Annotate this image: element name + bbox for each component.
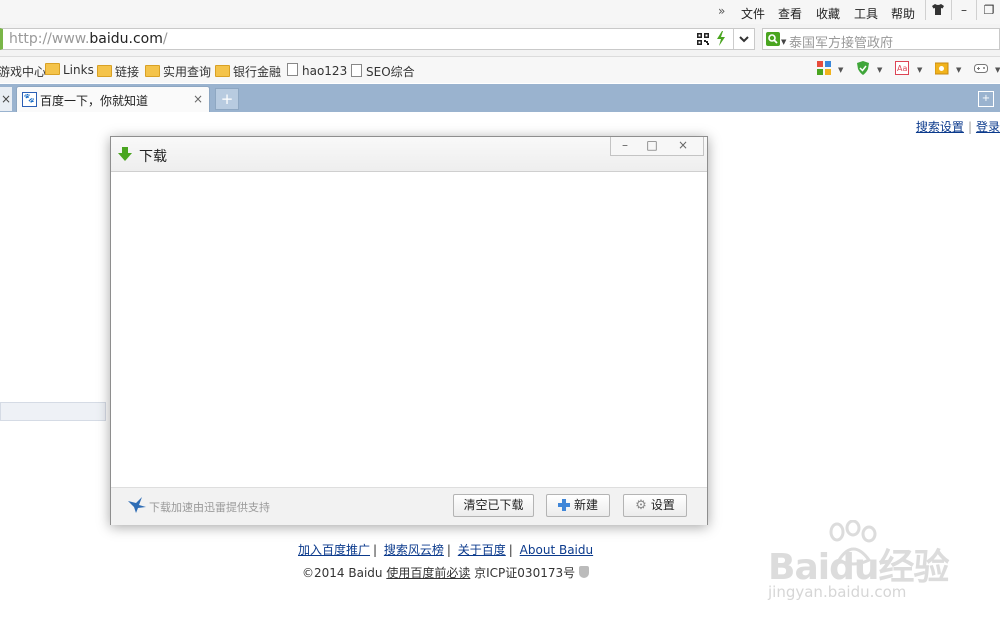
settings-button[interactable]: ⚙ 设置: [623, 494, 687, 517]
apps-grid-icon[interactable]: [817, 61, 831, 75]
translate-icon[interactable]: Aa: [895, 61, 909, 75]
terms-link[interactable]: 使用百度前必读: [386, 566, 470, 580]
bookmark-label: hao123: [302, 64, 348, 78]
folder-icon: [97, 65, 112, 77]
download-arrow-icon: [118, 147, 132, 161]
new-download-button[interactable]: 新建: [546, 494, 610, 517]
games-dropdown-icon[interactable]: ▼: [995, 66, 1000, 74]
screenshot-dropdown-icon[interactable]: ▼: [956, 66, 961, 74]
search-engine-icon[interactable]: [766, 32, 780, 46]
menu-view[interactable]: 查看: [778, 5, 802, 22]
police-badge-icon[interactable]: [579, 566, 590, 578]
menu-overflow-button[interactable]: »: [718, 4, 725, 18]
bookmark-hao123[interactable]: hao123: [287, 63, 347, 78]
speed-bolt-icon[interactable]: [716, 31, 726, 46]
bookmark-seo[interactable]: SEO综合: [351, 63, 415, 80]
menu-bar: [0, 0, 1000, 24]
bookmark-label: 实用查询: [163, 65, 212, 79]
bookmark-utility-query[interactable]: 实用查询: [145, 63, 211, 80]
bookmark-label: Links: [63, 63, 94, 77]
security-dropdown-icon[interactable]: ▼: [877, 66, 882, 74]
footer-links: 加入百度推广 | 搜索风云榜 | 关于百度 | About Baidu: [298, 541, 593, 558]
download-dialog: [110, 136, 708, 525]
xunlei-support-text: 下载加速由迅雷提供支持: [149, 501, 270, 514]
translate-dropdown-icon[interactable]: ▼: [917, 66, 922, 74]
folder-icon: [145, 65, 160, 77]
new-download-label: 新建: [573, 498, 598, 512]
page-icon: [287, 63, 298, 76]
copyright-line: ©2014 Baidu 使用百度前必读 京ICP证030173号: [302, 564, 590, 581]
qr-code-icon[interactable]: [697, 33, 709, 45]
link-separator: |: [967, 120, 972, 134]
tab-list-icon[interactable]: +: [978, 91, 994, 107]
security-shield-icon[interactable]: [856, 61, 870, 75]
settings-label: 设置: [650, 498, 675, 512]
watermark-url: jingyan.baidu.com: [768, 583, 907, 601]
baidu-paw-icon: 🐾: [22, 92, 37, 107]
page-icon: [351, 64, 362, 77]
apps-dropdown-icon[interactable]: ▼: [838, 66, 843, 74]
restore-window-button[interactable]: ❐: [976, 0, 1000, 20]
search-settings-link[interactable]: 搜索设置: [916, 120, 964, 134]
menu-file[interactable]: 文件: [741, 5, 765, 22]
search-engine-dropdown-icon[interactable]: ▼: [781, 38, 786, 46]
url-text: http://www.baidu.com/: [9, 31, 168, 47]
gear-icon: ⚙: [635, 498, 647, 513]
search-query-text: 泰国军方接管政府: [789, 36, 894, 51]
new-tab-button[interactable]: +: [215, 88, 239, 110]
bookmark-label: 银行金融: [233, 65, 282, 79]
folder-icon: [215, 65, 230, 77]
link-separator: |: [373, 543, 378, 557]
minimize-window-button[interactable]: –: [951, 0, 976, 20]
dialog-minimize-button[interactable]: –: [610, 137, 640, 155]
icp-text: 京ICP证030173号: [470, 566, 576, 580]
close-previous-tab-button[interactable]: ×: [0, 87, 12, 111]
menu-help[interactable]: 帮助: [891, 5, 915, 22]
skin-button[interactable]: [925, 0, 950, 20]
link-separator: |: [446, 543, 451, 557]
footer-link-about-cn[interactable]: 关于百度: [458, 543, 506, 557]
menu-favorites[interactable]: 收藏: [816, 5, 840, 22]
copyright-text: ©2014 Baidu: [302, 566, 387, 580]
close-tab-button[interactable]: ×: [193, 92, 203, 106]
search-suggestion-strip: [0, 402, 106, 421]
address-input[interactable]: http://www.baidu.com/: [0, 28, 755, 50]
plus-icon: [557, 499, 570, 511]
address-dropdown-button[interactable]: [733, 29, 754, 49]
bookmark-banking[interactable]: 银行金融: [215, 63, 281, 80]
dialog-close-button[interactable]: ×: [668, 137, 698, 155]
bookmark-game-center[interactable]: 游戏中心: [0, 63, 46, 80]
svg-text:Aa: Aa: [897, 64, 907, 73]
dialog-maximize-button[interactable]: □: [637, 137, 667, 155]
footer-link-top-searches[interactable]: 搜索风云榜: [384, 543, 444, 557]
tab-title: 百度一下，你就知道: [40, 94, 149, 108]
chevron-down-icon: [739, 36, 749, 43]
login-link[interactable]: 登录: [976, 120, 1000, 134]
dialog-title: 下载: [139, 149, 167, 165]
menu-tools[interactable]: 工具: [854, 5, 878, 22]
bookmark-label: 链接: [115, 65, 140, 79]
shirt-icon: [932, 4, 944, 15]
bookmark-lianjie[interactable]: 链接: [97, 63, 139, 80]
xunlei-bird-icon: [128, 497, 146, 513]
search-icon: [768, 34, 778, 44]
folder-icon: [45, 63, 60, 75]
bookmark-links[interactable]: Links: [45, 63, 94, 77]
footer-link-about-en[interactable]: About Baidu: [520, 543, 593, 557]
top-right-links: 搜索设置 | 登录: [916, 118, 1000, 135]
link-separator: |: [508, 543, 513, 557]
bookmark-label: SEO综合: [366, 65, 415, 79]
footer-link-promotion[interactable]: 加入百度推广: [298, 543, 370, 557]
screenshot-tool-icon[interactable]: [935, 61, 949, 75]
gamepad-icon[interactable]: [974, 61, 988, 75]
clear-downloaded-button[interactable]: 清空已下载: [453, 494, 534, 517]
